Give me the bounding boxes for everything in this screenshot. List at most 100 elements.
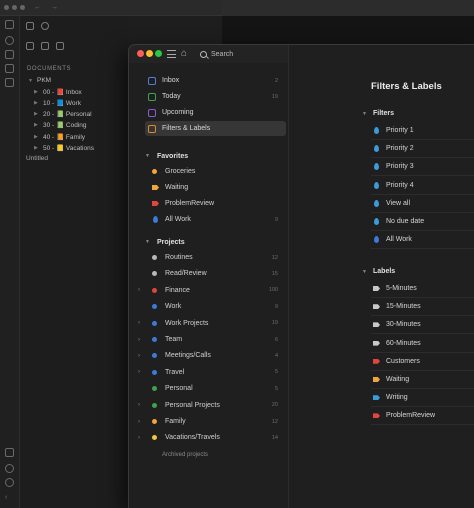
project-travel[interactable]: › Travel 5 (129, 365, 288, 380)
canvas-icon[interactable] (5, 50, 14, 59)
label-5-minutes[interactable]: 5-Minutes (371, 280, 474, 298)
explorer-actions (20, 36, 127, 56)
zoom-light[interactable] (20, 5, 25, 10)
label-tag-icon (373, 377, 380, 382)
item-count: 9 (274, 303, 278, 310)
filter-all-work[interactable]: All Work (371, 231, 474, 250)
favorite-groceries[interactable]: Groceries (129, 164, 288, 179)
item-count: 14 (271, 434, 278, 441)
tree-folder-label: 10 - 📘 Work (43, 99, 81, 107)
chevron-right-icon[interactable]: › (138, 369, 150, 375)
minimize-light[interactable] (12, 5, 17, 10)
projects-header[interactable]: ▼ Projects (145, 236, 185, 248)
sidebar-item-today[interactable]: Today 19 (145, 89, 286, 104)
history-arrows[interactable]: ← → (34, 4, 62, 11)
close-button[interactable] (137, 50, 144, 57)
tree-folder[interactable]: ▶ 00 - 📕 Inbox (28, 86, 127, 97)
project-label: Family (165, 418, 186, 425)
collapse-chevron-icon[interactable]: ‹ (5, 494, 14, 503)
chevron-right-icon[interactable]: › (138, 353, 150, 359)
project-finance[interactable]: › Finance 100 (129, 283, 288, 298)
project-personal[interactable]: Personal 5 (129, 381, 288, 396)
filter-priority-3[interactable]: Priority 3 (371, 158, 474, 177)
filter-no-due-date[interactable]: No due date (371, 213, 474, 231)
project-vacations-travels[interactable]: › Vacations/Travels 14 (129, 430, 288, 445)
filters-labels-view: Filters & Labels ▼ Filters Priority 1 Pri… (288, 45, 474, 508)
sidebar-item-filters-labels[interactable]: Filters & Labels (145, 121, 286, 136)
home-icon[interactable]: ⌂ (181, 48, 187, 60)
chevron-right-icon[interactable]: › (138, 402, 150, 408)
graph-icon[interactable] (5, 36, 14, 45)
tree-folder[interactable]: ▶ 50 - 📒 Vacations (28, 142, 127, 153)
favorite-waiting[interactable]: Waiting (129, 180, 288, 195)
filter-priority-4[interactable]: Priority 4 (371, 177, 474, 195)
label-customers[interactable]: Customers (371, 353, 474, 371)
archived-projects-link[interactable]: Archived projects (162, 452, 208, 458)
tree-folder-label: 20 - 📗 Personal (43, 111, 92, 119)
help-icon[interactable] (5, 448, 14, 457)
inbox-icon (148, 76, 156, 85)
label-problemreview[interactable]: ProblemReview (371, 407, 474, 426)
new-note-icon[interactable] (26, 42, 34, 50)
sidebar-item-upcoming[interactable]: Upcoming (145, 105, 286, 120)
project-read-review[interactable]: Read/Review 15 (129, 266, 288, 281)
filter-drop-icon (374, 163, 379, 171)
filter-drop-icon (374, 145, 379, 153)
new-folder-icon[interactable] (41, 42, 49, 50)
filter-view-all[interactable]: View all (371, 195, 474, 213)
chevron-right-icon[interactable]: › (138, 337, 150, 343)
filter-priority-2[interactable]: Priority 2 (371, 140, 474, 159)
zoom-button[interactable] (155, 50, 162, 57)
menu-icon[interactable] (167, 50, 176, 58)
tree-folder[interactable]: ▶ 10 - 📘 Work (28, 97, 127, 108)
label-waiting[interactable]: Waiting (371, 371, 474, 389)
filter-drop-icon (374, 199, 379, 207)
favorite-label: ProblemReview (165, 200, 215, 207)
command-icon[interactable] (5, 78, 14, 87)
close-light[interactable] (4, 5, 9, 10)
help-circle-icon[interactable] (5, 464, 14, 473)
favorite-problemreview[interactable]: ProblemReview (129, 196, 288, 211)
label-15-minutes[interactable]: 15-Minutes (371, 298, 474, 317)
home-icon[interactable] (26, 22, 34, 30)
favorite-all-work[interactable]: All Work 9 (129, 212, 288, 227)
tree-folder[interactable]: ▶ 20 - 📗 Personal (28, 109, 127, 120)
search-icon[interactable] (41, 22, 49, 30)
chevron-right-icon[interactable]: › (138, 287, 150, 293)
project-meetings-calls[interactable]: › Meetings/Calls 4 (129, 348, 288, 363)
tree-folder[interactable]: ▶ 30 - 📗 Coding (28, 120, 127, 131)
project-work-projects[interactable]: › Work Projects 19 (129, 316, 288, 331)
label-name: Customers (386, 357, 420, 365)
chevron-right-icon[interactable]: › (138, 320, 150, 326)
calendar-icon[interactable] (5, 64, 14, 73)
background-tabstrip (222, 0, 474, 16)
favorites-header[interactable]: ▼ Favorites (145, 150, 188, 162)
sort-icon[interactable] (56, 42, 64, 50)
item-count: 9 (274, 216, 278, 223)
filters-header[interactable]: ▼ Filters (362, 110, 394, 117)
filter-label: Priority 1 (386, 127, 414, 134)
label-30-minutes[interactable]: 30-Minutes (371, 316, 474, 335)
settings-gear-icon[interactable] (5, 478, 14, 487)
label-writing[interactable]: Writing (371, 389, 474, 408)
chevron-right-icon[interactable]: › (138, 419, 150, 425)
label-60-minutes[interactable]: 60-Minutes (371, 335, 474, 353)
project-label: Work (165, 303, 182, 311)
project-personal-projects[interactable]: › Personal Projects 20 (129, 398, 288, 413)
tree-folder[interactable]: ▶ 40 - 📙 Family (28, 131, 127, 142)
chevron-right-icon[interactable]: › (138, 435, 150, 441)
folder-icon[interactable] (5, 20, 14, 29)
project-dot-icon (152, 386, 157, 392)
project-family[interactable]: › Family 12 (129, 414, 288, 429)
labels-header[interactable]: ▼ Labels (362, 268, 395, 275)
minimize-button[interactable] (146, 50, 153, 57)
filter-priority-1[interactable]: Priority 1 (371, 122, 474, 140)
tree-root[interactable]: ▼ PKM (28, 75, 127, 86)
project-routines[interactable]: Routines 12 (129, 250, 288, 265)
project-work[interactable]: Work 9 (129, 299, 288, 314)
file-explorer: DOCUMENTS ▼ PKM ▶ 00 - 📕 Inbox ▶ 10 - 📘 Wor… (20, 16, 127, 508)
search-field[interactable]: Search (196, 48, 286, 61)
sidebar-item-inbox[interactable]: Inbox 2 (145, 73, 286, 88)
untitled-note[interactable]: Untitled (20, 153, 127, 164)
project-team[interactable]: › Team 6 (129, 332, 288, 347)
